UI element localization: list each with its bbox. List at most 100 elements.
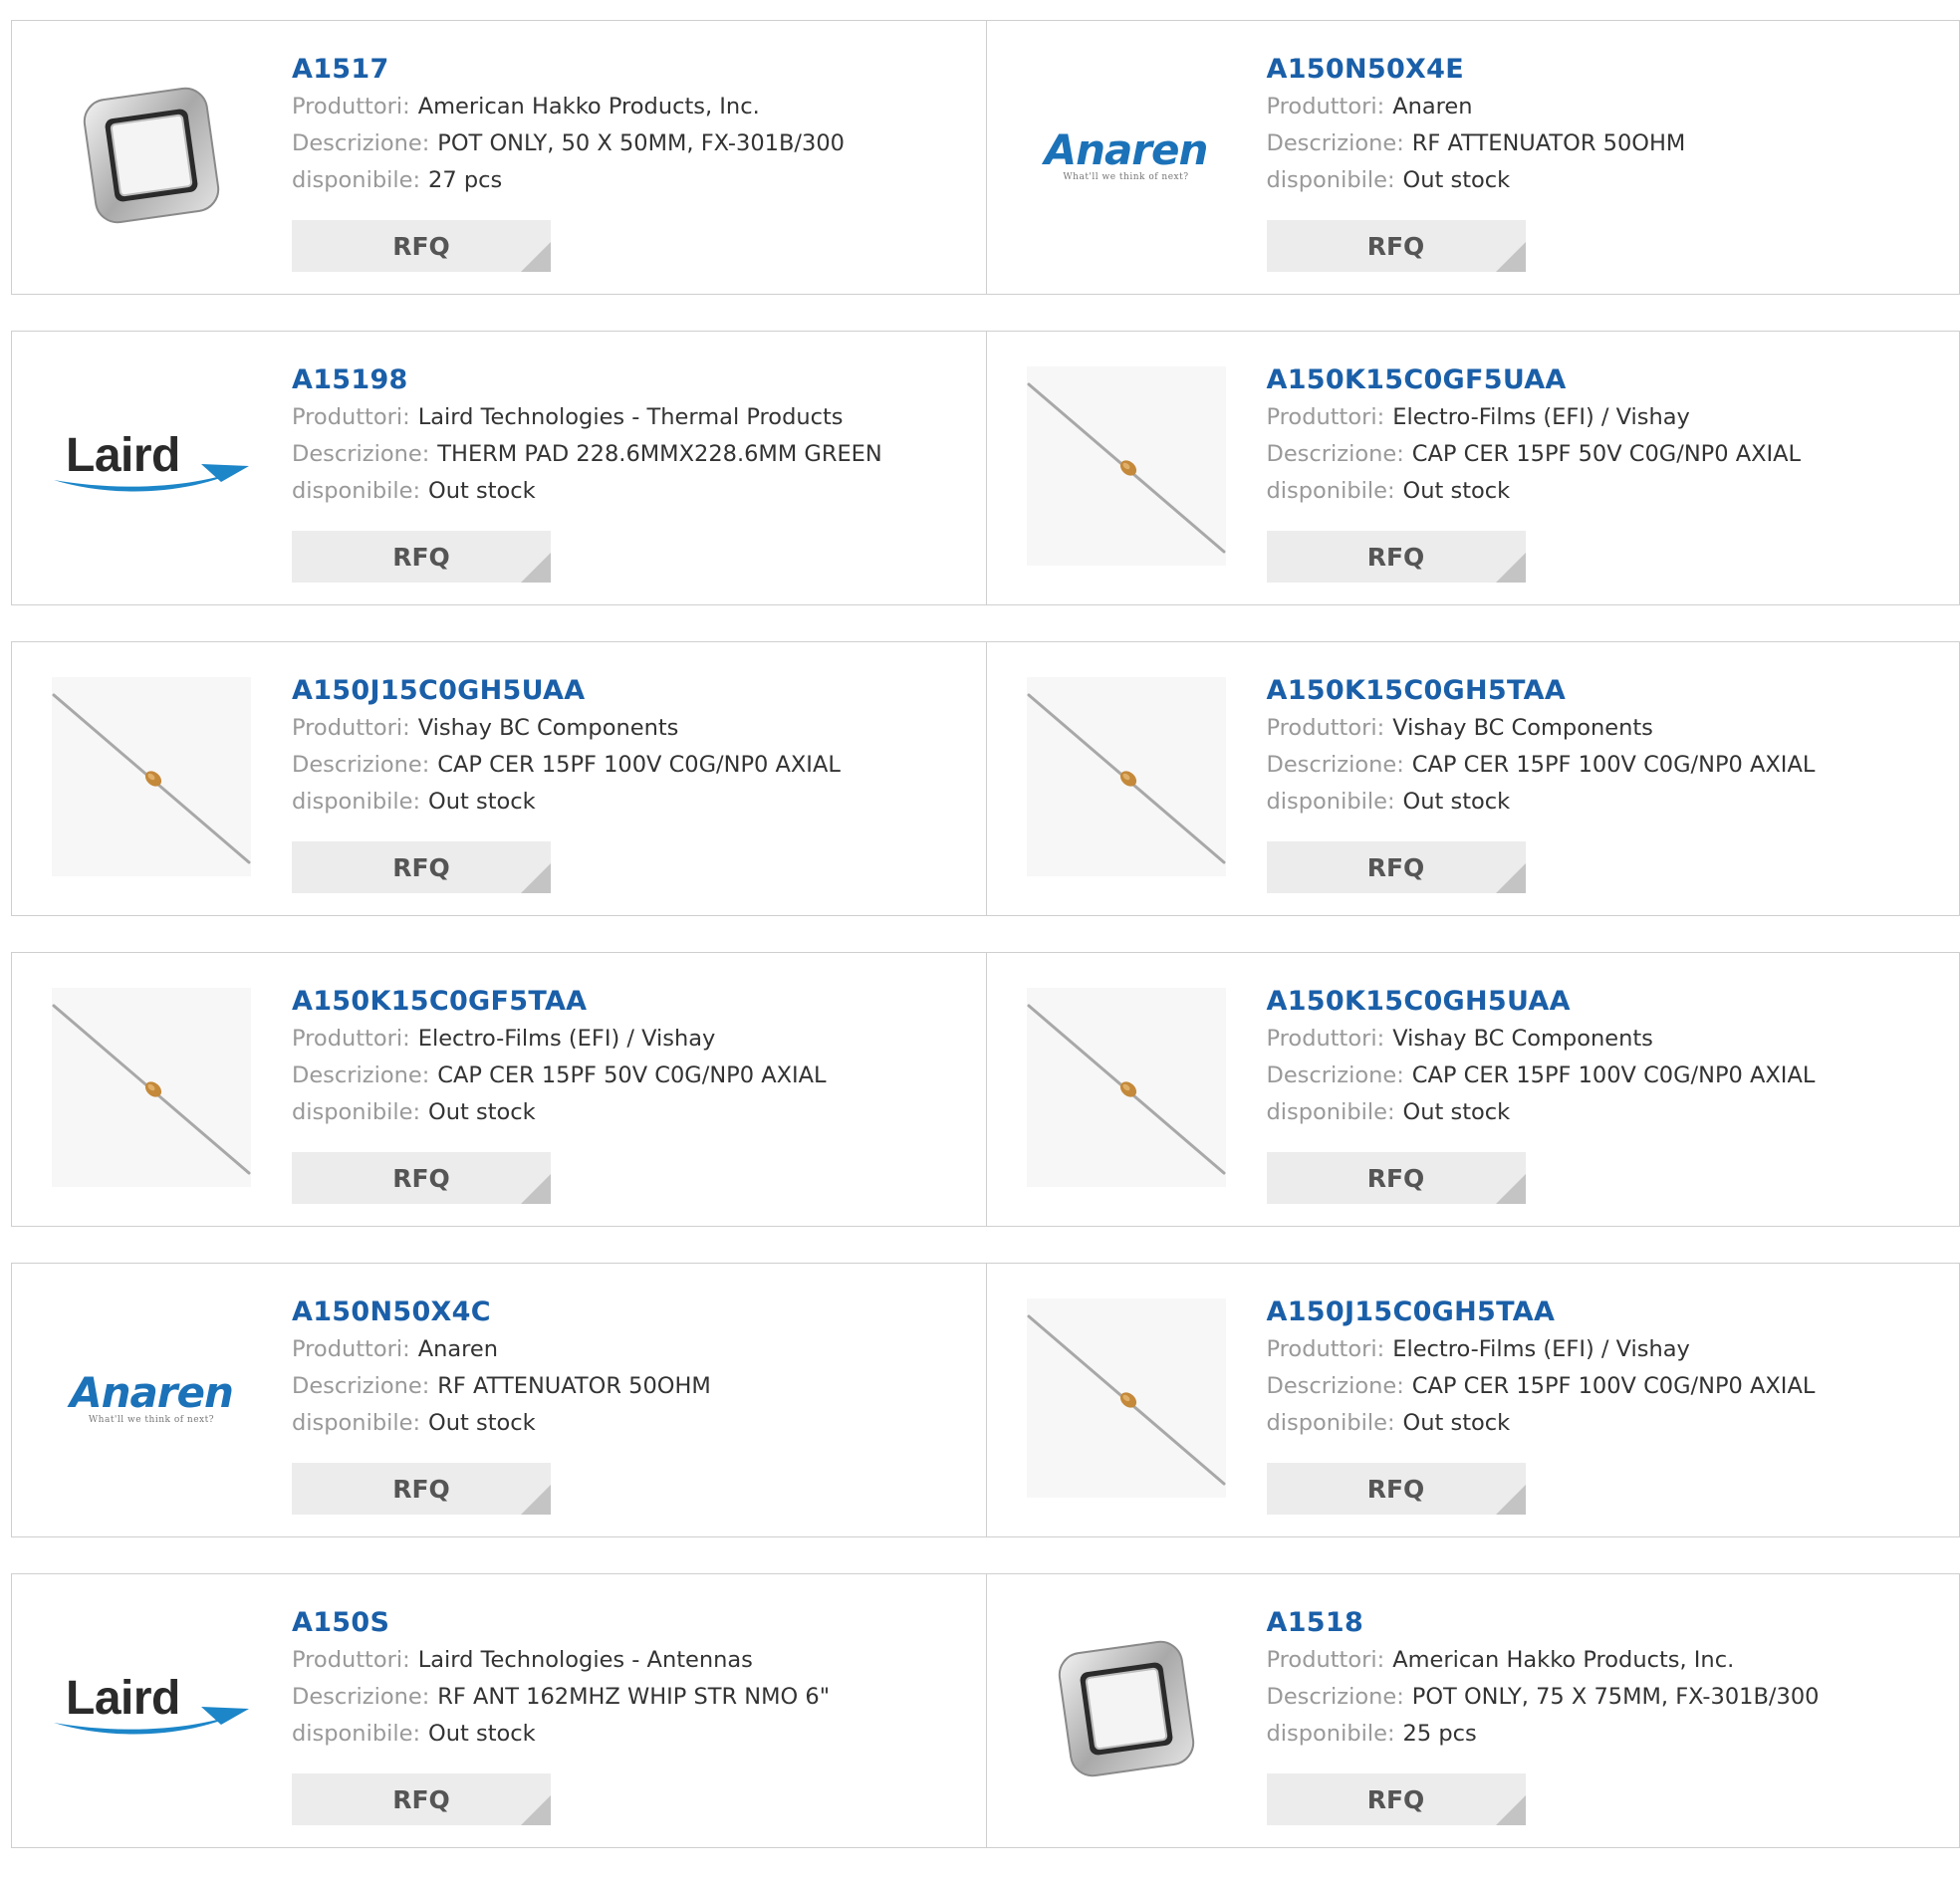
description-label: Descrizione: [292, 752, 430, 778]
product-card: A1517 Produttori: American Hakko Products,… [12, 21, 986, 294]
part-number-link[interactable]: A150K15C0GH5UAA [1267, 983, 1816, 1021]
rfq-button[interactable]: RFQ [292, 220, 551, 272]
product-image[interactable] [1027, 1609, 1226, 1808]
rfq-button-label: RFQ [1366, 542, 1425, 572]
description-label: Descrizione: [1266, 752, 1404, 778]
anaren-logo-tagline: What'll we think of next? [1063, 172, 1189, 182]
rfq-button[interactable]: RFQ [292, 841, 551, 893]
rfq-button[interactable]: RFQ [292, 1463, 551, 1515]
availability-value: Out stock [1402, 1099, 1511, 1125]
product-info: A150N50X4C Produttori: Anaren Descrizione: R… [292, 1294, 711, 1442]
description-value: CAP CER 15PF 100V C0G/NP0 AXIAL [437, 752, 841, 778]
product-image[interactable]: Anaren What'll we think of next? [1027, 56, 1226, 255]
manufacturer-line: Produttori: Vishay BC Components [1267, 1021, 1816, 1058]
availability-line: disponibile: Out stock [1267, 162, 1686, 199]
product-card: Laird A150S Produttori: Laird Technologies … [12, 1574, 986, 1847]
product-image[interactable]: Anaren What'll we think of next? [52, 1298, 251, 1498]
rfq-corner-decoration [1495, 863, 1526, 893]
rfq-button-label: RFQ [392, 1474, 450, 1504]
rfq-corner-decoration [1495, 242, 1526, 272]
rfq-button-label: RFQ [1366, 852, 1425, 882]
product-image[interactable] [52, 677, 251, 876]
rfq-button[interactable]: RFQ [1266, 531, 1526, 583]
availability-label: disponibile: [1266, 789, 1395, 815]
part-number-link[interactable]: A150K15C0GF5TAA [292, 983, 827, 1021]
product-image[interactable] [52, 56, 251, 255]
manufacturer-label: Produttori: [292, 404, 410, 430]
rfq-corner-decoration [1495, 1174, 1526, 1204]
product-card: A150K15C0GH5TAA Produttori: Vishay BC Comp… [985, 642, 1960, 915]
rfq-button[interactable]: RFQ [1266, 1773, 1526, 1825]
part-number-link[interactable]: A1518 [1267, 1604, 1820, 1642]
manufacturer-value: Electro-Films (EFI) / Vishay [1392, 1336, 1690, 1362]
rfq-button-label: RFQ [1366, 1784, 1425, 1814]
rfq-button[interactable]: RFQ [1266, 1463, 1526, 1515]
part-number-link[interactable]: A150K15C0GH5TAA [1267, 672, 1816, 710]
part-number-link[interactable]: A150N50X4C [292, 1294, 711, 1331]
rfq-button[interactable]: RFQ [1266, 1152, 1526, 1204]
description-label: Descrizione: [1266, 1684, 1404, 1710]
rfq-button[interactable]: RFQ [1266, 841, 1526, 893]
part-number-link[interactable]: A150J15C0GH5UAA [292, 672, 841, 710]
manufacturer-line: Produttori: Anaren [1267, 89, 1686, 125]
availability-value: Out stock [1402, 1410, 1511, 1436]
part-number-link[interactable]: A150J15C0GH5TAA [1267, 1294, 1816, 1331]
availability-line: disponibile: Out stock [292, 1405, 711, 1442]
description-label: Descrizione: [1266, 1062, 1404, 1088]
product-image[interactable] [52, 988, 251, 1187]
description-value: THERM PAD 228.6MMX228.6MM GREEN [437, 441, 882, 467]
product-image[interactable]: Laird [52, 1609, 251, 1808]
anaren-logo-tagline: What'll we think of next? [88, 1415, 215, 1425]
manufacturer-label: Produttori: [1266, 1647, 1385, 1673]
product-card: Anaren What'll we think of next? A150N50X4… [985, 21, 1960, 294]
rfq-button[interactable]: RFQ [1266, 220, 1526, 272]
anaren-logo-word: Anaren [70, 1368, 234, 1417]
availability-line: disponibile: 27 pcs [292, 162, 845, 199]
manufacturer-line: Produttori: Vishay BC Components [292, 710, 841, 747]
availability-label: disponibile: [292, 1410, 421, 1436]
manufacturer-line: Produttori: Anaren [292, 1331, 711, 1368]
product-image[interactable]: Laird [52, 366, 251, 566]
availability-line: disponibile: Out stock [292, 784, 841, 821]
availability-line: disponibile: Out stock [292, 473, 882, 510]
rfq-button[interactable]: RFQ [292, 1152, 551, 1204]
availability-line: disponibile: Out stock [292, 1094, 827, 1131]
product-image[interactable] [1026, 1298, 1226, 1498]
manufacturer-label: Produttori: [292, 1647, 410, 1673]
manufacturer-value: Electro-Films (EFI) / Vishay [417, 1026, 716, 1052]
description-value: POT ONLY, 50 X 50MM, FX-301B/300 [437, 130, 845, 156]
rfq-button-label: RFQ [1366, 231, 1425, 261]
description-label: Descrizione: [292, 441, 430, 467]
rfq-button-label: RFQ [392, 542, 450, 572]
rfq-button[interactable]: RFQ [292, 1773, 551, 1825]
availability-value: Out stock [1402, 789, 1511, 815]
rfq-button[interactable]: RFQ [292, 531, 551, 583]
anaren-logo: Anaren What'll we think of next? [1045, 128, 1209, 183]
manufacturer-line: Produttori: Electro-Films (EFI) / Vishay [1267, 1331, 1816, 1368]
availability-line: disponibile: Out stock [1267, 1405, 1816, 1442]
product-image[interactable] [1026, 988, 1226, 1187]
part-number-link[interactable]: A1517 [292, 51, 845, 89]
product-info: A150N50X4E Produttori: Anaren Descrizione: R… [1267, 51, 1686, 199]
laird-logo: Laird [52, 426, 251, 506]
product-card: A150J15C0GH5UAA Produttori: Vishay BC Comp… [12, 642, 986, 915]
product-image[interactable] [1026, 366, 1226, 566]
availability-value: Out stock [1402, 478, 1511, 504]
product-image[interactable] [1026, 677, 1226, 876]
manufacturer-label: Produttori: [1266, 1336, 1385, 1362]
manufacturer-value: Vishay BC Components [1392, 715, 1653, 741]
part-number-link[interactable]: A150N50X4E [1267, 51, 1686, 89]
manufacturer-label: Produttori: [1266, 404, 1385, 430]
description-line: Descrizione: RF ATTENUATOR 50OHM [1267, 125, 1686, 162]
manufacturer-value: Electro-Films (EFI) / Vishay [1392, 404, 1690, 430]
availability-value: Out stock [428, 789, 536, 815]
product-row: Laird A150S Produttori: Laird Technologies … [11, 1573, 1960, 1848]
part-number-link[interactable]: A15198 [292, 361, 882, 399]
manufacturer-line: Produttori: Laird Technologies - Antennas [292, 1642, 830, 1679]
part-number-link[interactable]: A150S [292, 1604, 830, 1642]
part-number-link[interactable]: A150K15C0GF5UAA [1267, 361, 1802, 399]
availability-line: disponibile: Out stock [1267, 1094, 1816, 1131]
product-row: A1517 Produttori: American Hakko Products,… [11, 20, 1960, 295]
manufacturer-value: Anaren [417, 1336, 499, 1362]
availability-value: Out stock [1402, 167, 1511, 193]
